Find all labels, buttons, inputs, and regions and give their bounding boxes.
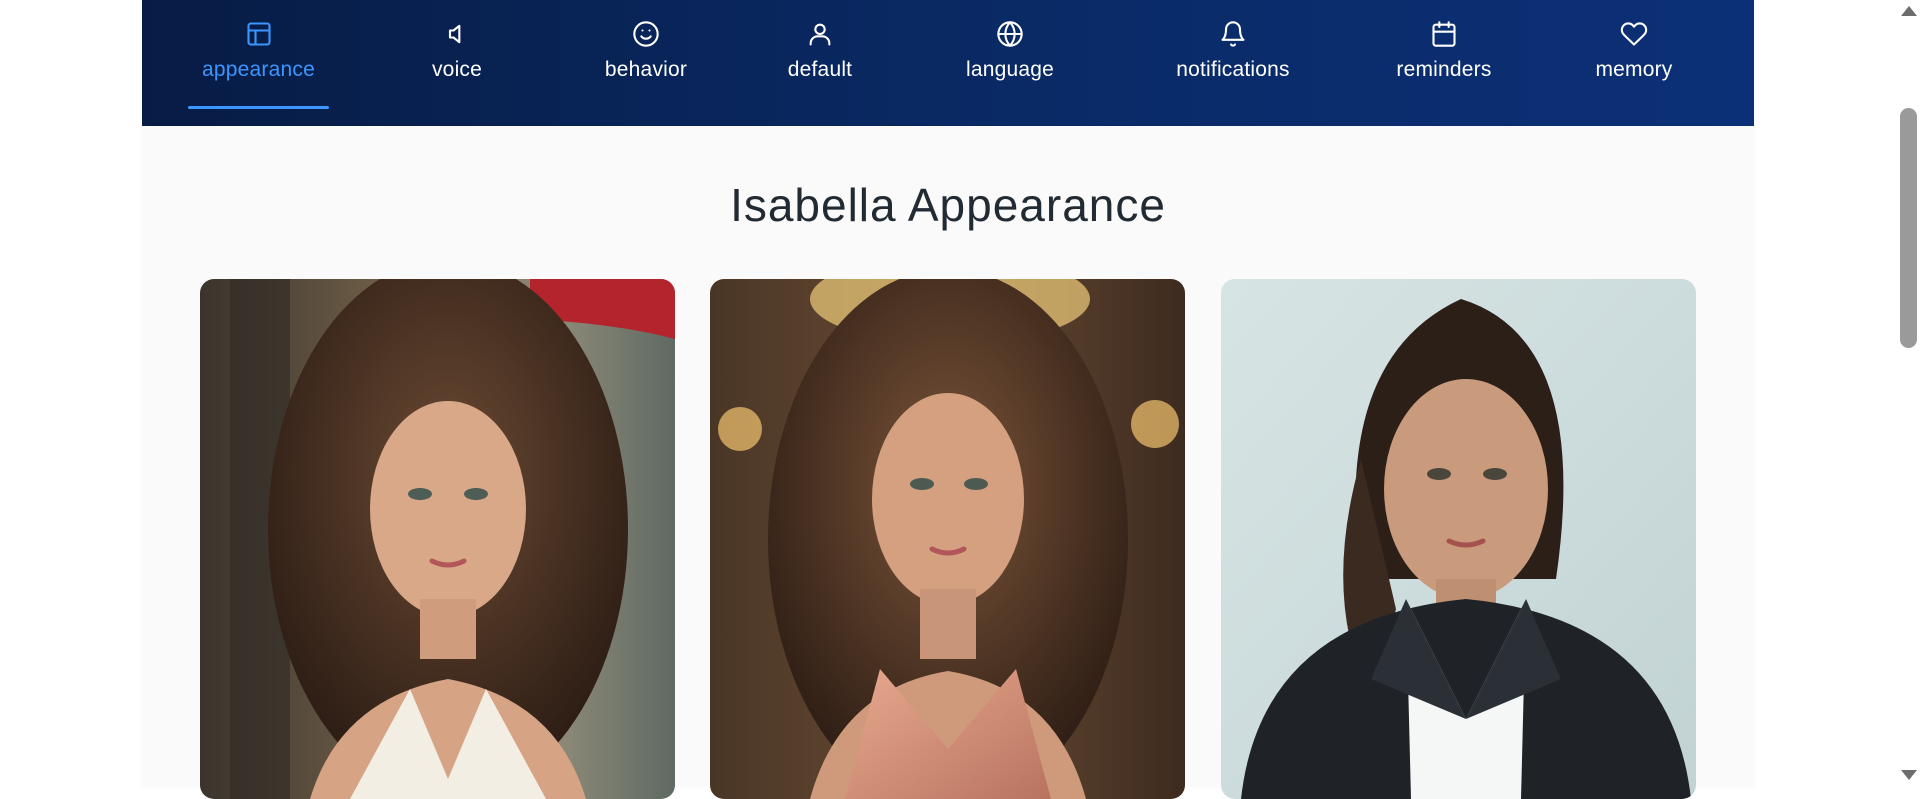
tab-reminders[interactable]: reminders (1386, 0, 1502, 126)
speaker-icon (443, 20, 471, 48)
vertical-scrollbar[interactable] (1896, 0, 1922, 786)
tab-label: appearance (202, 58, 315, 81)
app: appearance voice behavior default langua… (142, 0, 1754, 799)
tab-label: behavior (604, 58, 688, 81)
user-icon (806, 20, 834, 48)
tab-notifications[interactable]: notifications (1151, 0, 1315, 126)
tab-label: memory (1595, 58, 1673, 81)
appearance-image-1[interactable] (200, 279, 675, 799)
tab-label: voice (431, 58, 483, 81)
scroll-up-arrow-icon[interactable] (1901, 6, 1917, 16)
layout-icon (245, 20, 273, 48)
globe-icon (996, 20, 1024, 48)
scroll-thumb[interactable] (1900, 108, 1917, 348)
smile-icon (632, 20, 660, 48)
tab-default[interactable]: default (782, 0, 858, 126)
tab-language[interactable]: language (960, 0, 1060, 126)
tab-appearance[interactable]: appearance (188, 0, 329, 126)
top-nav: appearance voice behavior default langua… (142, 0, 1754, 126)
appearance-image-2[interactable] (710, 279, 1185, 799)
tab-voice[interactable]: voice (426, 0, 488, 126)
active-tab-indicator (188, 106, 329, 109)
appearance-panel: Isabella Appearance (142, 126, 1754, 799)
calendar-icon (1430, 20, 1458, 48)
tab-label: default (787, 58, 853, 81)
bell-icon (1219, 20, 1247, 48)
page-title: Isabella Appearance (730, 179, 1166, 231)
heart-icon (1620, 20, 1648, 48)
tab-label: notifications (1176, 58, 1290, 81)
tab-label: reminders (1396, 58, 1492, 81)
tab-label: language (965, 58, 1055, 81)
scroll-down-arrow-icon[interactable] (1901, 770, 1917, 780)
appearance-image-3[interactable] (1221, 279, 1696, 799)
tab-memory[interactable]: memory (1583, 0, 1685, 126)
tab-behavior[interactable]: behavior (596, 0, 696, 126)
